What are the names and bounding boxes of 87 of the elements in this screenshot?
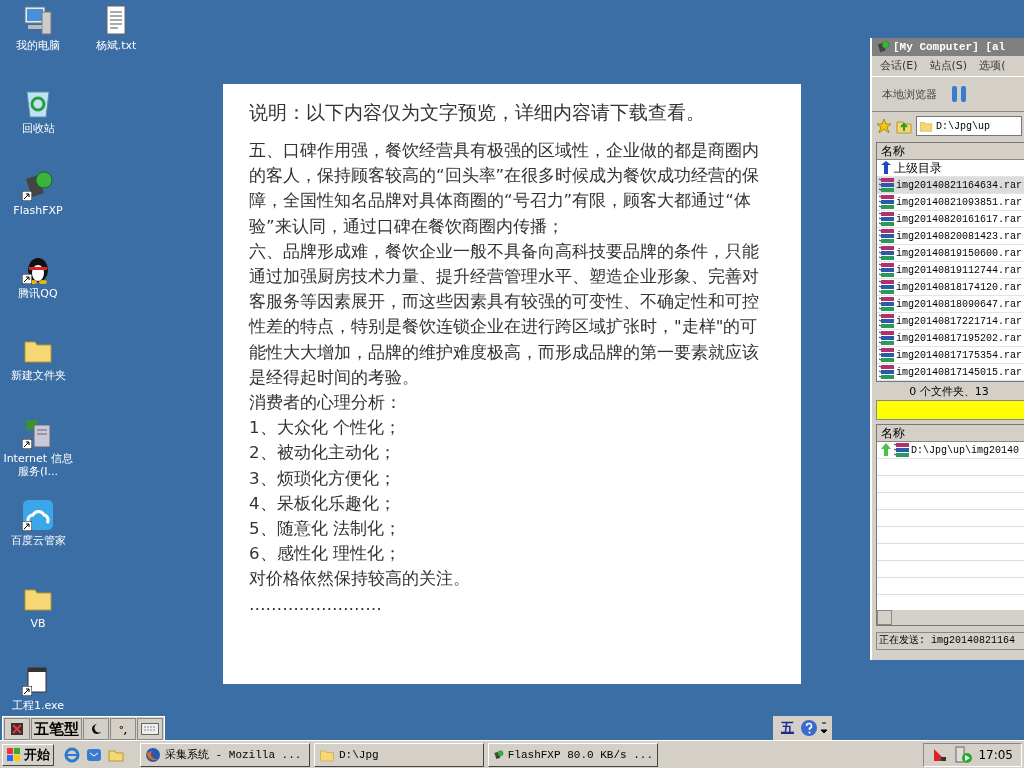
archive-icon	[879, 348, 895, 362]
paragraph: 五、口碑作用强，餐饮经营具有极强的区域性，企业做的都是商圈内的客人，保持顾客较高的“回头率”在很多时候成为餐饮成功经营的保障，全国性知名品牌对具体商圈的“号召力”有限，顾客大都通过“体验”来认同，通过口碑在餐饮商圈内传播；	[249, 140, 761, 238]
up-arrow-icon	[879, 443, 893, 457]
paragraph: ……………………	[249, 593, 383, 616]
file-row[interactable]: img20140820081423.rar	[877, 228, 1024, 245]
input-mode-button[interactable]: 五笔型	[31, 718, 82, 740]
paragraph: 6、感性化 理性化；	[249, 543, 402, 566]
icon-label[interactable]: 百度云管家	[3, 534, 73, 547]
archive-icon	[879, 297, 895, 311]
scrollbar[interactable]	[877, 610, 1024, 625]
up-arrow-icon	[879, 161, 893, 175]
file-row[interactable]: img20140821164634.rar	[877, 177, 1024, 194]
taskbar-button[interactable]: FlashFXP 80.0 KB/s ...	[488, 742, 658, 767]
paragraph: 3、烦琐化方便化；	[249, 467, 397, 490]
column-header[interactable]: 名称	[877, 143, 1024, 160]
star-icon[interactable]	[876, 118, 892, 134]
preview-notice: 说明：以下内容仅为文字预览，详细内容请下载查看。	[249, 100, 706, 125]
shortcut-arrow-icon	[22, 273, 32, 284]
folder-icon	[919, 119, 933, 133]
paragraph: 消费者的心理分析：	[249, 392, 403, 415]
archive-icon	[879, 314, 895, 328]
file-row[interactable]: img20140817145015.rar	[877, 364, 1024, 381]
browser-icon	[145, 746, 161, 763]
folder-up-icon[interactable]	[896, 118, 912, 134]
file-row[interactable]: img20140820161617.rar	[877, 211, 1024, 228]
file-row[interactable]: img20140819150600.rar	[877, 245, 1024, 262]
paragraph: 对价格依然保持较高的关注。	[249, 568, 471, 591]
icon-label[interactable]: 工程1.exe	[3, 699, 73, 712]
server-play-icon[interactable]	[954, 745, 973, 764]
queue-row[interactable]: D:\Jpg\up\img20140	[877, 442, 1024, 459]
menu-item[interactable]: 会话(E)	[880, 58, 918, 74]
file-row[interactable]: img20140821093851.rar	[877, 194, 1024, 211]
paragraph: 2、被动化主动化；	[249, 442, 397, 465]
browser-icon[interactable]	[64, 746, 80, 763]
status-bar: 正在发送: img20140821164	[876, 632, 1024, 650]
archive-icon	[879, 178, 895, 192]
shortcut-arrow-icon	[22, 191, 32, 201]
paragraph: 5、随意化 法制化；	[249, 518, 402, 541]
file-row[interactable]: img20140818090647.rar	[877, 296, 1024, 313]
pause-icon[interactable]	[951, 85, 967, 103]
archive-icon	[879, 365, 895, 379]
archive-icon	[879, 263, 895, 277]
options-arrow-icon[interactable]	[820, 720, 828, 736]
taskbar-button[interactable]: 采集系统 - Mozilla ...	[140, 742, 310, 767]
mail-icon[interactable]	[86, 746, 102, 763]
punctuation-button[interactable]: °,	[110, 718, 136, 740]
paragraph: 4、呆板化乐趣化；	[249, 492, 397, 515]
file-row[interactable]: img20140819112744.rar	[877, 262, 1024, 279]
taskbar-button[interactable]: D:\Jpg	[314, 742, 484, 767]
file-row[interactable]: img20140817175354.rar	[877, 347, 1024, 364]
keyboard-icon[interactable]	[137, 718, 163, 740]
icon-label[interactable]: 我的电脑	[3, 39, 73, 52]
archive-icon	[879, 280, 895, 294]
archive-icon	[879, 195, 895, 209]
archive-icon	[879, 229, 895, 243]
summary-text: 0 个文件夹、13	[908, 384, 990, 400]
icon-label[interactable]: FlashFXP	[3, 204, 73, 217]
icon-label[interactable]: VB	[3, 616, 73, 630]
archive-icon	[894, 443, 910, 457]
menu-item[interactable]: 选项(	[979, 58, 1006, 74]
icon-label[interactable]: 腾讯QQ	[3, 286, 73, 300]
start-button[interactable]: 开始	[2, 743, 54, 766]
archive-icon	[879, 212, 895, 226]
shortcut-arrow-icon	[22, 521, 32, 531]
cloud-icon	[22, 499, 54, 531]
paragraph: 六、品牌形成难，餐饮企业一般不具备向高科技要品牌的条件，只能通过加强厨房技术力量、提升经营管理水平、塑造企业形象、完善对客服务等因素展开，而这些因素具有较强的可变性、不确定性和可控性差的特点，特别是餐饮连锁企业在进行跨区域扩张时，"走样"的可能性大大增加，品牌的维护难度极高，而形成品牌的第一要素就应该是经得起时间的考验。	[249, 240, 760, 389]
help-icon[interactable]	[800, 719, 818, 737]
icon-label[interactable]: 杨斌.txt	[81, 39, 151, 52]
title-text: [My Computer] [al	[893, 41, 1006, 53]
icon-label[interactable]: 回收站	[3, 121, 73, 135]
column-header[interactable]: 名称	[877, 425, 1024, 442]
file-row[interactable]: img20140817195202.rar	[877, 330, 1024, 347]
menu-item[interactable]: 站点(S)	[929, 58, 968, 74]
paragraph: 1、大众化 个性化；	[249, 417, 402, 440]
shortcut-arrow-icon	[22, 686, 32, 696]
clock[interactable]: 17:05	[978, 747, 1013, 762]
shortcut-arrow-icon	[22, 438, 32, 449]
archive-icon	[879, 246, 895, 260]
icon-label[interactable]: Internet 信息服务(I...	[3, 451, 73, 478]
moon-icon[interactable]	[83, 718, 109, 740]
computer-icon	[22, 4, 54, 36]
icon-label[interactable]: 新建文件夹	[3, 369, 73, 382]
archive-icon	[879, 331, 895, 345]
file-row[interactable]: img20140817221714.rar	[877, 313, 1024, 330]
path-field[interactable]: D:\Jpg\up	[916, 116, 1022, 136]
windows-logo-icon	[6, 746, 22, 763]
file-row[interactable]: img20140818174120.rar	[877, 279, 1024, 296]
